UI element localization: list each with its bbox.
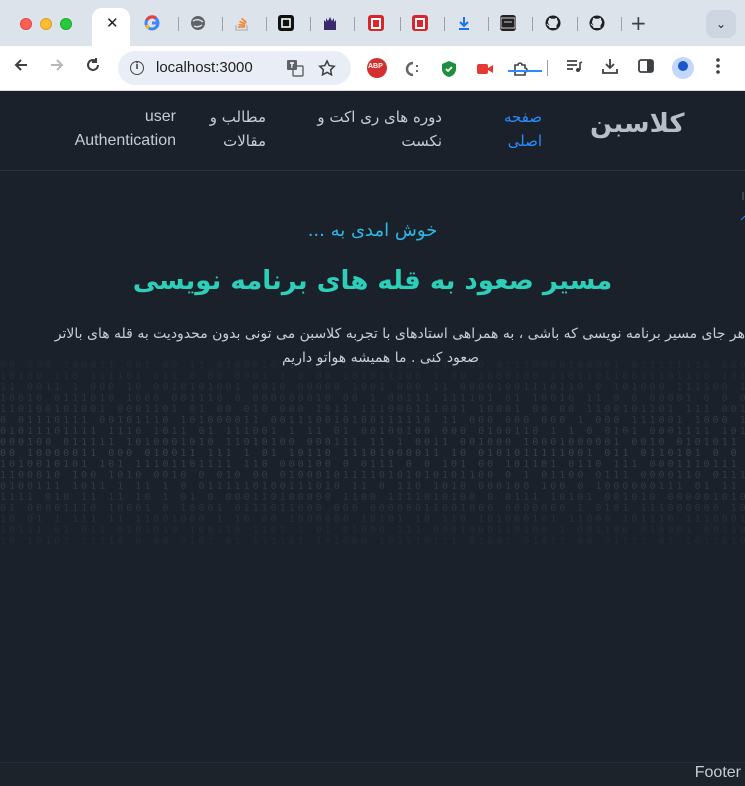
reload-icon[interactable] [84,56,102,79]
github-icon[interactable] [545,15,561,31]
binary-row: 000100 011111 1010001010 11010100 000111… [0,437,745,448]
binary-row: 01 00001110 10001 0 10001 0111011000 000… [0,503,745,514]
binary-row: 10 10101 11110 0 00 0101 01 111101 10100… [0,536,745,547]
tab-separator [400,17,401,31]
abp-icon[interactable]: ABP [367,58,387,78]
active-nav-underline [508,70,542,72]
terminal-icon[interactable] [500,15,516,31]
camera-extension-icon[interactable] [476,60,494,78]
binary-row: 0 01110111 00101110 101000011 0011100101… [0,415,745,426]
binary-row: 00 10000011 000 010011 111 1 01 10110 11… [0,448,745,459]
tab-separator [310,17,311,31]
red-app-icon[interactable] [412,15,428,31]
tab-separator [222,17,223,31]
browser-tabstrip: ✕ + ⌄ [0,0,745,46]
binary-row: 10010 0111010 1000 001110 0 000000010 00… [0,393,745,404]
tab-separator [266,17,267,31]
github-icon[interactable] [589,15,605,31]
back-arrow-icon[interactable] [12,56,30,79]
url-text[interactable]: localhost:3000 [156,59,253,76]
binary-row: 10111 01 011 0101010 100110 1101 1 01 01… [0,525,745,536]
tab-close-icon[interactable]: ✕ [106,14,119,32]
browser-toolbar: i localhost:3000 ABP [0,46,745,91]
media-controls-icon[interactable] [565,57,583,79]
new-tab-button[interactable]: + [630,11,647,35]
tab-separator [577,17,578,31]
shield-extension-icon[interactable] [440,60,458,78]
address-bar[interactable]: i localhost:3000 [118,51,351,85]
site-navbar: كلاسبن صفحه اصلی دوره های ری اکت و نکست … [0,91,745,171]
nav-link-auth[interactable]: user Authentication [60,105,176,153]
tab-separator [621,17,622,31]
downloads-icon[interactable] [601,57,619,79]
tab-separator [488,17,489,31]
translate-icon[interactable] [286,59,304,81]
profile-avatar[interactable] [672,57,694,79]
notion-icon[interactable] [278,15,294,31]
tab-separator [532,17,533,31]
hero-title: مسیر صعود به قله های برنامه نویسی [132,266,613,296]
bookmark-star-icon[interactable] [318,59,336,81]
window-minimize-button[interactable] [40,18,52,30]
binary-row: 110100101001 0001101 01 00 010 000 1011 … [0,404,745,415]
binary-row: 1010010101 101 11101101111 110 000100 0 … [0,459,745,470]
download-icon[interactable] [456,15,472,31]
puzzle-icon[interactable] [512,60,530,78]
nav-link-courses[interactable]: دوره های ری اکت و نکست [300,105,442,153]
binary-row: 01011101111 1110 1011 01 111001 1 11 01 … [0,426,745,437]
hero-description-line-2: صعود کنی . ما همیشه هواتو داریم [281,350,479,366]
nav-link-articles[interactable]: مطالب و مقالات [200,105,266,153]
hero-description: هر جای مسیر برنامه نویسی که باشی ، به هم… [0,320,745,374]
abp-label: ABP [368,63,383,70]
site-logo[interactable]: كلاسبن [590,109,685,139]
window-close-button[interactable] [20,18,32,30]
tab-separator [178,17,179,31]
stackoverflow-icon[interactable] [234,15,250,31]
nav-link-home[interactable]: صفحه اصلی [496,105,542,153]
castle-icon[interactable] [322,15,338,31]
kebab-menu-icon[interactable] [715,57,721,79]
side-panel-icon[interactable] [637,57,655,79]
globe-icon[interactable] [190,15,206,31]
toolbar-separator [547,60,548,76]
window-zoom-button[interactable] [60,18,72,30]
scroll-edge-indicator [738,190,745,221]
site-info-icon[interactable]: i [130,61,144,75]
binary-row: 0100111 1011 1 11 1 0 0111110100111010 1… [0,481,745,492]
tab-search-button[interactable]: ⌄ [706,10,736,38]
binary-row: 11 0011 1 000 10 0010101001 0010 00000 1… [0,382,745,393]
binary-row: 1100010 100 1010 0010 0 010 00 010001011… [0,470,745,481]
site-footer: Footer [0,762,745,786]
binary-background: 00 000 100011 001 00 11 0100010 10000 10… [0,360,745,550]
hero-subtitle: خوش امدی به ... [307,220,438,241]
red-app-icon[interactable] [368,15,384,31]
code-extension-icon[interactable] [404,60,422,78]
google-icon[interactable] [144,15,160,31]
forward-arrow-icon[interactable] [48,56,66,79]
footer-text: Footer [694,764,741,781]
tab-separator [354,17,355,31]
binary-row: 1111 010 11 11 10 1 01 0 000110100000 11… [0,492,745,503]
binary-row: 10 01 1 111 11 11001000 1 10 00 1000000 … [0,514,745,525]
tab-separator [444,17,445,31]
